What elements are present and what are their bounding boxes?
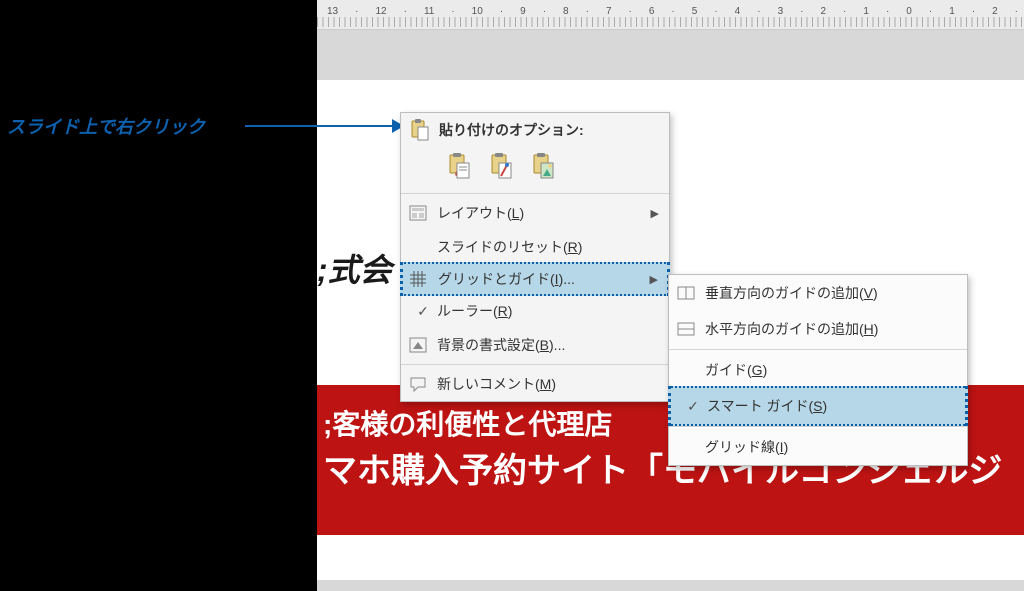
menu-layout[interactable]: レイアウト(L) ▶ [401, 196, 669, 230]
paste-keep-format-button[interactable]: a [445, 151, 473, 181]
format-icon [409, 337, 437, 353]
paste-design-button[interactable] [487, 151, 515, 181]
comment-icon [409, 376, 437, 392]
menu-reset-slide[interactable]: スライドのリセット(R) [401, 230, 669, 264]
check-icon: ✓ [679, 398, 707, 415]
submenu-guides[interactable]: ガイド(G) [669, 352, 967, 388]
grid-icon [410, 271, 438, 287]
submenu-arrow-icon: ▶ [651, 207, 661, 220]
paste-options-row: a [401, 147, 669, 191]
submenu-add-vertical-guide[interactable]: 垂直方向のガイドの追加(V) [669, 275, 967, 311]
vertical-guide-icon [677, 286, 705, 300]
annotation-label: スライド上で右クリック [7, 113, 205, 139]
menu-new-comment[interactable]: 新しいコメント(M) [401, 367, 669, 401]
submenu-add-horizontal-guide[interactable]: 水平方向のガイドの追加(H) [669, 311, 967, 347]
banner-line1-left: ;客様の利便性と代理店 [323, 409, 612, 440]
horizontal-ruler: 13 · 12 · 11 · 10 · 9 · 8 · 7 · 6 · 5 · … [317, 0, 1024, 30]
menu-grid-and-guides[interactable]: グリッドとガイド(I)... ▶ [400, 262, 670, 296]
horizontal-guide-icon [677, 322, 705, 336]
slide-title-partial: ;式会 [317, 245, 392, 291]
submenu-smart-guides[interactable]: ✓ スマート ガイド(S) [668, 386, 968, 426]
arrow-line [245, 125, 395, 127]
context-menu: 貼り付けのオプション: a レイアウト(L) ▶ スライドのリセット(R) グリ… [400, 112, 670, 402]
layout-icon [409, 205, 437, 221]
left-black-panel [0, 0, 317, 591]
grid-guides-submenu: 垂直方向のガイドの追加(V) 水平方向のガイドの追加(H) ガイド(G) ✓ ス… [668, 274, 968, 466]
menu-format-background[interactable]: 背景の書式設定(B)... [401, 328, 669, 362]
submenu-gridlines[interactable]: グリッド線(I) [669, 429, 967, 465]
menu-ruler[interactable]: ✓ ルーラー(R) [401, 294, 669, 328]
paste-icon [409, 119, 429, 141]
paste-picture-button[interactable] [529, 151, 557, 181]
submenu-arrow-icon: ▶ [650, 273, 660, 286]
paste-options-header: 貼り付けのオプション: [401, 113, 669, 147]
check-icon: ✓ [409, 303, 437, 320]
